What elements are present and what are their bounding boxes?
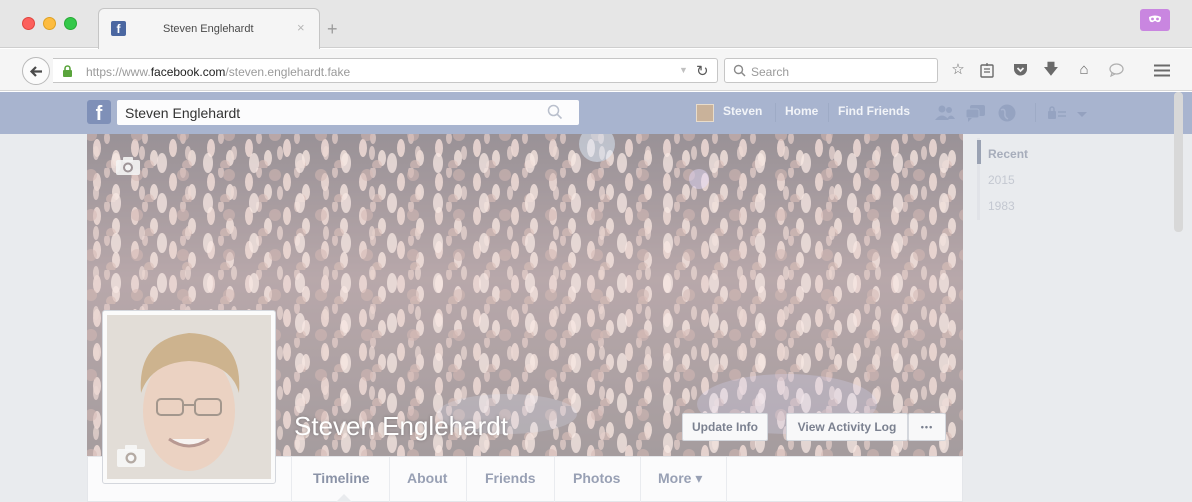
tab-divider [389,457,390,502]
facebook-search-input[interactable]: Steven Englehardt [117,100,579,125]
tab-photos[interactable]: Photos [573,470,620,486]
friend-requests-icon[interactable] [934,103,956,123]
facebook-search-value: Steven Englehardt [125,105,241,121]
notifications-globe-icon[interactable] [996,103,1018,123]
reading-list-icon[interactable] [977,60,997,80]
browser-navbar: https://www.facebook.com/steven.englehar… [0,49,1192,91]
maximize-window-button[interactable] [64,17,77,30]
messages-icon[interactable] [965,103,987,123]
back-arrow-icon [29,66,42,77]
tab-divider [726,457,727,502]
download-icon[interactable]: 🡇 [1041,60,1061,80]
close-window-button[interactable] [22,17,35,30]
chat-icon[interactable] [1106,60,1126,80]
facebook-page: f Steven Englehardt Steven Home Find Fri… [0,92,1192,502]
tab-about[interactable]: About [407,470,447,486]
cover-camera-icon[interactable] [115,156,141,176]
facebook-bluebar: f Steven Englehardt Steven Home Find Fri… [0,92,1192,134]
lock-icon [63,65,72,77]
year-active-marker [977,140,981,164]
facebook-favicon-icon: f [111,21,126,36]
nav-divider [1035,103,1036,122]
tab-divider [554,457,555,502]
browser-tab[interactable]: f Steven Englehardt × [98,8,320,49]
year-recent[interactable]: Recent [988,147,1028,161]
back-button[interactable] [22,57,50,85]
tab-more[interactable]: More ▾ [658,470,702,487]
profile-name[interactable]: Steven Englehardt [294,411,508,442]
tab-divider [640,457,641,502]
tab-close-icon[interactable]: × [297,20,305,35]
menu-icon[interactable] [1152,60,1172,80]
search-icon [733,64,746,77]
tab-title: Steven Englehardt [163,23,254,35]
year-1983[interactable]: 1983 [988,199,1015,213]
account-dropdown-icon[interactable] [1076,106,1088,117]
search-placeholder: Search [751,65,790,79]
star-icon[interactable]: ☆ [948,60,968,80]
view-activity-log-button[interactable]: View Activity Log [786,413,908,441]
tab-friends[interactable]: Friends [485,470,536,486]
tab-divider [291,457,292,502]
browser-titlebar: f Steven Englehardt × + [0,0,1192,49]
profile-camera-icon[interactable] [116,444,146,468]
reload-icon[interactable]: ↻ [696,62,709,80]
page-scrollbar[interactable] [1174,92,1183,232]
nav-find-friends-link[interactable]: Find Friends [838,104,910,118]
url-dropdown-icon[interactable]: ▼ [679,65,688,75]
url-bar[interactable]: https://www.facebook.com/steven.englehar… [53,58,718,83]
nav-divider [775,103,776,122]
url-domain: facebook.com [150,65,226,79]
home-icon[interactable]: ⌂ [1074,60,1094,80]
nav-home-link[interactable]: Home [785,104,818,118]
facebook-logo-icon[interactable]: f [87,100,111,125]
new-tab-button[interactable]: + [327,20,338,38]
tab-divider [466,457,467,502]
nav-divider [828,103,829,122]
year-2015[interactable]: 2015 [988,173,1015,187]
more-options-button[interactable]: ••• [908,413,946,441]
minimize-window-button[interactable] [43,17,56,30]
active-tab-caret [336,494,352,502]
private-mask-icon[interactable] [1140,9,1170,31]
user-avatar-thumbnail[interactable] [696,104,714,122]
magnifier-icon[interactable] [547,104,563,120]
url-text: https://www.facebook.com/steven.englehar… [86,65,351,79]
privacy-shortcuts-icon[interactable] [1046,103,1068,123]
nav-user-link[interactable]: Steven [723,104,762,118]
search-bar[interactable]: Search [724,58,938,83]
update-info-button[interactable]: Update Info [682,413,768,441]
pocket-icon[interactable] [1010,60,1030,80]
tab-timeline[interactable]: Timeline [313,470,370,486]
